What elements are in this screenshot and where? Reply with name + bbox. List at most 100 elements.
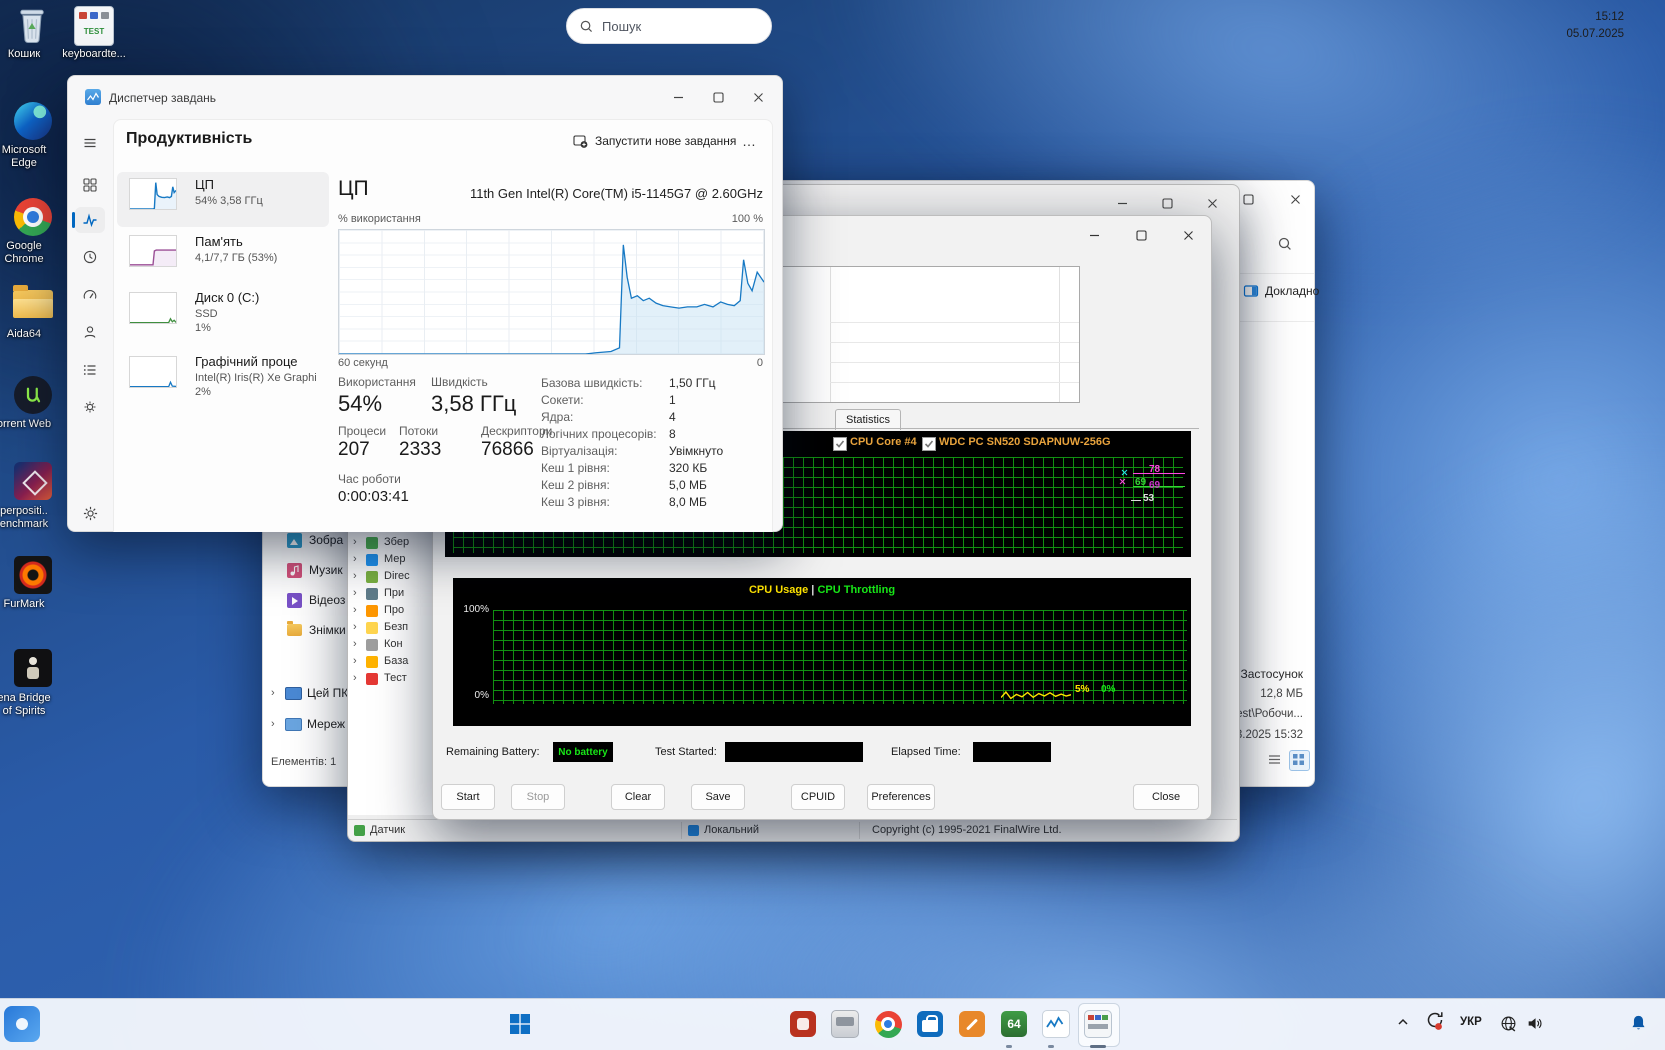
tm-settings-button[interactable]: [75, 500, 105, 526]
more-icon: …: [742, 133, 756, 149]
edge-icon: [14, 102, 52, 140]
tray-chevron-up[interactable]: [1396, 1015, 1410, 1029]
tray-volume[interactable]: [1526, 1015, 1543, 1032]
start-button[interactable]: [502, 1006, 538, 1042]
status-divider: [681, 822, 682, 839]
explorer-close-button[interactable]: [1275, 186, 1315, 212]
series1-checkbox[interactable]: [833, 437, 847, 451]
current-usage-value: 5%: [1075, 684, 1089, 695]
chevron-up-icon: [1396, 1015, 1410, 1029]
tm-nav-performance[interactable]: [75, 207, 105, 233]
images-icon: [287, 533, 302, 548]
tree-item-config[interactable]: ›Кон: [348, 637, 436, 654]
computer-icon: [688, 825, 699, 836]
spec-label: Кеш 1 рівня:: [541, 461, 610, 475]
taskbar-store[interactable]: [912, 1006, 948, 1042]
perf-item-disk[interactable]: Диск 0 (C:) SSD 1%: [117, 286, 329, 348]
aida-close-button[interactable]: [1192, 190, 1232, 216]
clear-button[interactable]: Clear: [611, 784, 665, 810]
tree-item-network[interactable]: ›Мер: [348, 552, 436, 569]
cpuid-button[interactable]: CPUID: [791, 784, 845, 810]
tray-notifications[interactable]: [1630, 1014, 1647, 1032]
cpu-usage-graph: [338, 229, 765, 355]
view-thumbnails-button[interactable]: [1289, 750, 1310, 771]
tree-item-test[interactable]: ›Тест: [348, 671, 436, 688]
y-axis-0: 0%: [459, 690, 489, 701]
save-button[interactable]: Save: [691, 784, 745, 810]
tab-statistics[interactable]: Statistics: [835, 409, 901, 430]
storage-icon: [366, 537, 378, 549]
spec-value: 1,50 ГГц: [669, 376, 716, 390]
spec-value: 4: [669, 410, 676, 424]
perf-item-cpu[interactable]: ЦП 54% 3,58 ГГц: [117, 172, 329, 227]
run-new-task-button[interactable]: Запустити нове завдання: [564, 128, 744, 154]
tm-more-button[interactable]: …: [736, 128, 762, 154]
gpu-item-title: Графічний проце: [195, 354, 325, 369]
tree-item-database[interactable]: ›База: [348, 654, 436, 671]
taskbar-aida64[interactable]: 64: [996, 1006, 1032, 1042]
taskbar-task-manager[interactable]: [1038, 1006, 1074, 1042]
tm-nav-users[interactable]: [75, 319, 105, 345]
tm-nav-app-history[interactable]: [75, 244, 105, 270]
tree-item-directx[interactable]: ›Direc: [348, 569, 436, 586]
tray-clock[interactable]: 15:12 05.07.2025: [1550, 9, 1624, 43]
preferences-button[interactable]: Preferences: [867, 784, 935, 810]
chevron-right-icon: ›: [353, 570, 357, 582]
tm-nav-processes[interactable]: [75, 172, 105, 198]
minimize-icon: [1089, 230, 1100, 241]
tm-nav-details[interactable]: [75, 357, 105, 383]
test-started-box: [725, 742, 863, 762]
status-copyright: Copyright (c) 1995-2021 FinalWire Ltd.: [872, 824, 1062, 836]
perf-item-memory[interactable]: Пам'ять 4,1/7,7 ГБ (53%): [117, 229, 329, 284]
stop-button[interactable]: Stop: [511, 784, 565, 810]
start-button[interactable]: Start: [441, 784, 495, 810]
tray-sync-icon[interactable]: [1424, 1009, 1446, 1033]
taskbar-app-red[interactable]: [785, 1006, 821, 1042]
chevron-right-icon: ›: [353, 553, 357, 565]
series1-label: CPU Core #4: [850, 436, 917, 448]
title-separator: |: [811, 584, 814, 596]
desktop-icon-label: orrent Web: [0, 418, 56, 431]
run-new-task-label: Запустити нове завдання: [595, 134, 736, 148]
tree-item-storage[interactable]: ›Збер: [348, 535, 436, 552]
tm-maximize-button[interactable]: [698, 84, 738, 110]
dialog-minimize-button[interactable]: [1074, 222, 1114, 248]
close-icon: [1183, 230, 1194, 241]
details-pane-button[interactable]: Докладно: [1243, 283, 1319, 299]
search-icon: [579, 19, 594, 34]
close-button[interactable]: Close: [1133, 784, 1199, 810]
kena-icon: [14, 649, 52, 687]
tm-minimize-button[interactable]: [658, 84, 698, 110]
view-list-button[interactable]: [1267, 752, 1282, 767]
series2-checkbox[interactable]: [922, 437, 936, 451]
tab-label: Statistics: [846, 414, 890, 426]
gpu-item-sub1: Intel(R) Iris(R) Xe Graphi: [195, 372, 325, 384]
dialog-close-button[interactable]: [1168, 222, 1208, 248]
aida-minimize-button[interactable]: [1102, 190, 1142, 216]
tree-item-devices[interactable]: ›При: [348, 586, 436, 603]
taskbar-search[interactable]: Пошук: [566, 8, 772, 44]
tm-close-button[interactable]: [738, 84, 778, 110]
y-axis-100: 100%: [459, 604, 489, 615]
devices-icon: [366, 588, 378, 600]
perf-item-gpu[interactable]: Графічний проце Intel(R) Iris(R) Xe Grap…: [117, 350, 329, 412]
taskbar-app-orange[interactable]: [954, 1006, 990, 1042]
widgets-button[interactable]: [4, 1006, 40, 1042]
tm-nav-startup[interactable]: [75, 282, 105, 308]
tray-network[interactable]: [1500, 1015, 1517, 1032]
tree-item-programs[interactable]: ›Про: [348, 603, 436, 620]
tm-nav-services[interactable]: [75, 394, 105, 420]
disk-item-sub2: 1%: [195, 322, 211, 334]
dialog-maximize-button[interactable]: [1121, 222, 1161, 248]
taskbar-keyboardtest[interactable]: [1080, 1006, 1116, 1042]
spec-value: 1: [669, 393, 676, 407]
taskbar-app-files[interactable]: [827, 1006, 863, 1042]
aida-maximize-button[interactable]: [1147, 190, 1187, 216]
tree-item-security[interactable]: ›Безп: [348, 620, 436, 637]
status-sensor: Датчик: [370, 824, 405, 836]
tray-language[interactable]: УКР: [1460, 1016, 1482, 1028]
taskbar-chrome[interactable]: [870, 1006, 906, 1042]
desktop-icon-label: enchmark: [0, 518, 56, 531]
tm-menu-button[interactable]: [75, 130, 105, 156]
explorer-search-icon[interactable]: [1277, 236, 1293, 252]
